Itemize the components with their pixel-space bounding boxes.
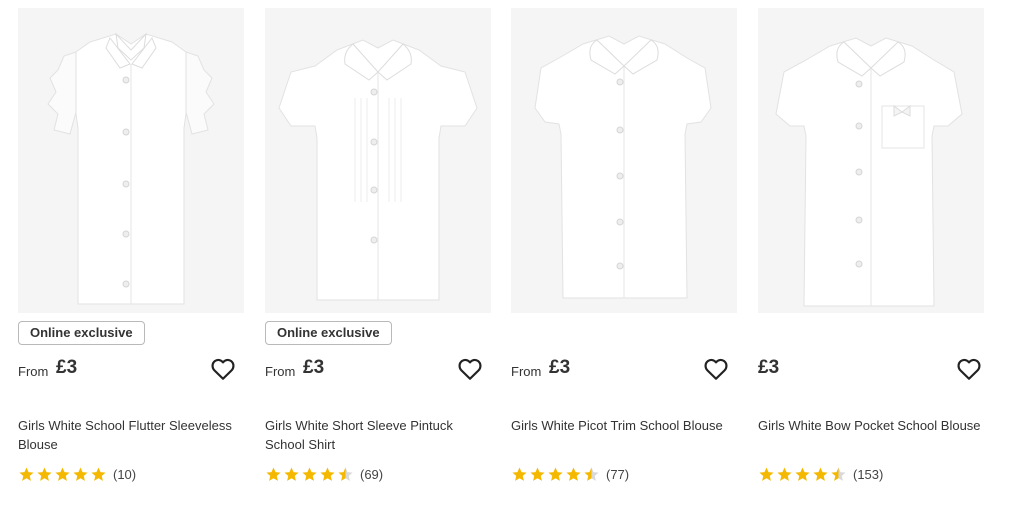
online-exclusive-badge: Online exclusive [265, 321, 392, 345]
price-amount: £3 [549, 357, 571, 378]
star-icon [338, 467, 353, 481]
star-icon [584, 467, 599, 481]
bow-pocket-blouse-image [758, 8, 984, 313]
product-title[interactable]: Girls White Bow Pocket School Blouse [758, 416, 984, 435]
price-row: From £3 [265, 355, 491, 385]
rating-row: (153) [758, 465, 883, 483]
online-exclusive-badge: Online exclusive [18, 321, 145, 345]
star-icon [530, 467, 545, 481]
star-icon [37, 467, 52, 481]
star-icon [266, 467, 281, 481]
product-card[interactable]: From £3 Girls White Picot Trim School Bl… [511, 0, 737, 515]
star-rating [265, 466, 354, 482]
review-count[interactable]: (153) [853, 467, 883, 482]
product-title[interactable]: Girls White School Flutter Sleeveless Bl… [18, 416, 244, 454]
review-count[interactable]: (77) [606, 467, 629, 482]
product-title[interactable]: Girls White Short Sleeve Pintuck School … [265, 416, 491, 454]
price-prefix: From [511, 364, 542, 379]
star-icon [548, 467, 563, 481]
price-row: From £3 [511, 355, 737, 385]
wishlist-heart-icon[interactable] [210, 356, 236, 382]
star-icon [302, 467, 317, 481]
star-icon [55, 467, 70, 481]
review-count[interactable]: (69) [360, 467, 383, 482]
star-icon [91, 467, 106, 481]
star-icon [73, 467, 88, 481]
picot-trim-blouse-image [511, 8, 737, 313]
star-icon [19, 467, 34, 481]
price-amount: £3 [758, 357, 780, 378]
price-amount: £3 [303, 357, 325, 378]
wishlist-heart-icon[interactable] [457, 356, 483, 382]
product-card[interactable]: Online exclusive From £3 Girls White Sch… [18, 0, 244, 515]
product-image[interactable] [758, 8, 984, 313]
rating-row: (10) [18, 465, 136, 483]
rating-row: (77) [511, 465, 629, 483]
star-icon [320, 467, 335, 481]
rating-row: (69) [265, 465, 383, 483]
star-icon [759, 467, 774, 481]
star-icon [813, 467, 828, 481]
star-rating [18, 466, 107, 482]
price-prefix: From [18, 364, 49, 379]
sleeveless-blouse-image [18, 8, 244, 313]
star-icon [795, 467, 810, 481]
star-rating [758, 466, 847, 482]
star-rating [511, 466, 600, 482]
star-icon [831, 467, 846, 481]
product-image[interactable] [18, 8, 244, 313]
price-row: £3 [758, 355, 984, 385]
pintuck-shirt-image [265, 8, 491, 313]
star-icon [284, 467, 299, 481]
price-amount: £3 [56, 357, 78, 378]
star-icon [566, 467, 581, 481]
wishlist-heart-icon[interactable] [703, 356, 729, 382]
product-card[interactable]: Online exclusive From £3 Girls White Sho… [265, 0, 491, 515]
price-prefix: From [265, 364, 296, 379]
product-image[interactable] [265, 8, 491, 313]
product-card[interactable]: £3 Girls White Bow Pocket School Blouse … [758, 0, 984, 515]
product-title[interactable]: Girls White Picot Trim School Blouse [511, 416, 737, 435]
review-count[interactable]: (10) [113, 467, 136, 482]
price-row: From £3 [18, 355, 244, 385]
product-image[interactable] [511, 8, 737, 313]
star-icon [512, 467, 527, 481]
wishlist-heart-icon[interactable] [956, 356, 982, 382]
star-icon [777, 467, 792, 481]
